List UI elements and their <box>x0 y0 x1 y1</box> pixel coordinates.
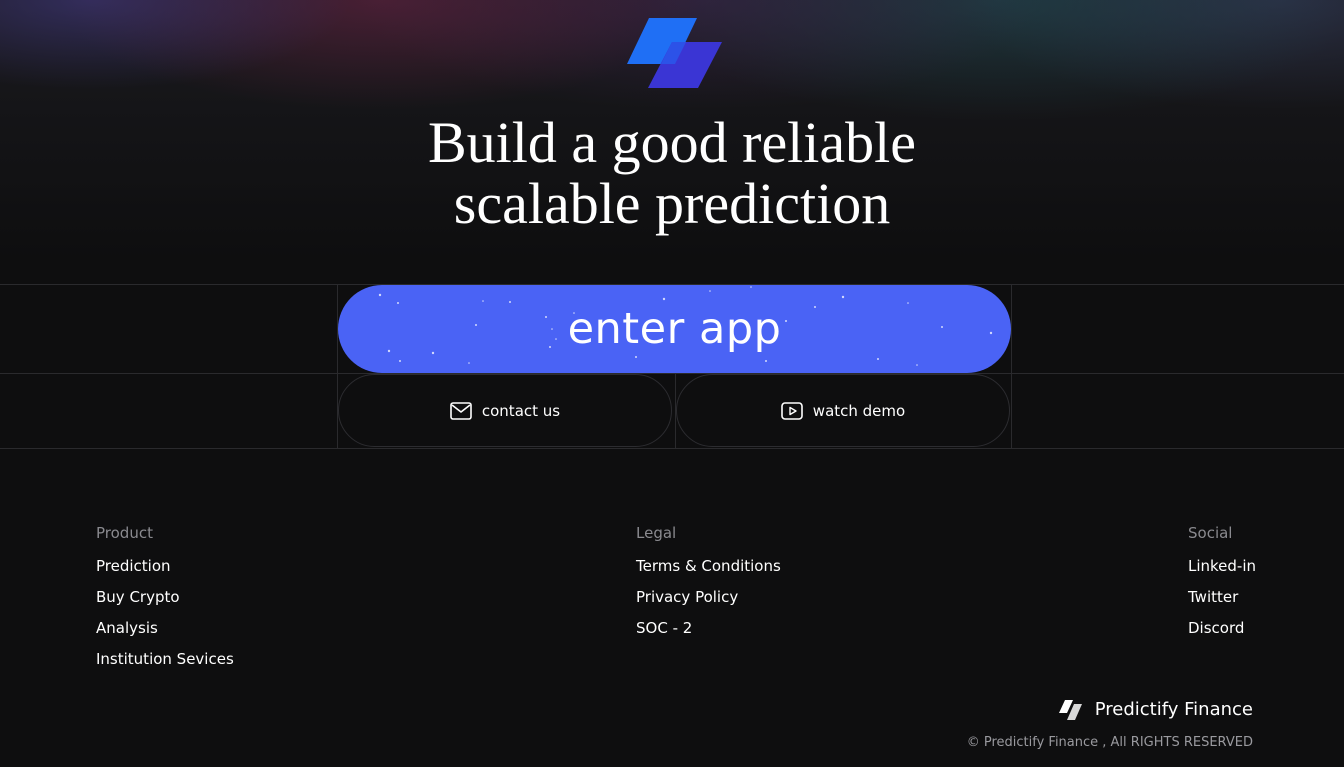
brand-name: Predictify Finance <box>1094 699 1253 720</box>
footer-link-privacy[interactable]: Privacy Policy <box>636 588 781 606</box>
footer-product-column: Product Prediction Buy Crypto Analysis I… <box>96 524 234 681</box>
footer-link-terms[interactable]: Terms & Conditions <box>636 557 781 575</box>
enter-app-label: enter app <box>567 304 782 354</box>
landing-page: Build a good reliable scalable predictio… <box>0 0 1344 767</box>
predictify-logo-icon <box>627 18 722 88</box>
hero-headline: Build a good reliable scalable predictio… <box>272 112 1072 234</box>
footer-link-analysis[interactable]: Analysis <box>96 619 234 637</box>
grid-divider <box>1011 284 1012 449</box>
footer-product-heading: Product <box>96 524 153 542</box>
contact-us-button[interactable]: contact us <box>338 374 672 447</box>
footer-link-institution-services[interactable]: Institution Sevices <box>96 650 234 668</box>
footer-brand: Predictify Finance <box>1058 699 1253 720</box>
footer-link-twitter[interactable]: Twitter <box>1188 588 1256 606</box>
grid-divider <box>0 448 1344 449</box>
enter-app-button[interactable]: enter app <box>338 285 1011 373</box>
watch-demo-button[interactable]: watch demo <box>676 374 1010 447</box>
footer-social-heading: Social <box>1188 524 1233 542</box>
footer-legal-column: Legal Terms & Conditions Privacy Policy … <box>636 524 781 650</box>
footer-link-linkedin[interactable]: Linked-in <box>1188 557 1256 575</box>
footer-link-prediction[interactable]: Prediction <box>96 557 234 575</box>
watch-demo-label: watch demo <box>812 401 906 420</box>
brand-logo-icon <box>1058 699 1082 720</box>
footer-link-soc2[interactable]: SOC - 2 <box>636 619 781 637</box>
contact-us-label: contact us <box>481 401 561 420</box>
headline-line-2: scalable prediction <box>453 171 891 236</box>
mail-icon <box>450 401 472 420</box>
footer-legal-heading: Legal <box>636 524 677 542</box>
copyright-text: © Predictify Finance , All RIGHTS RESERV… <box>966 735 1253 750</box>
play-icon <box>780 401 803 420</box>
grid-divider <box>0 373 1344 374</box>
headline-line-1: Build a good reliable <box>427 110 917 175</box>
footer-link-discord[interactable]: Discord <box>1188 619 1256 637</box>
footer-social-column: Social Linked-in Twitter Discord <box>1188 524 1256 650</box>
footer-link-buy-crypto[interactable]: Buy Crypto <box>96 588 234 606</box>
